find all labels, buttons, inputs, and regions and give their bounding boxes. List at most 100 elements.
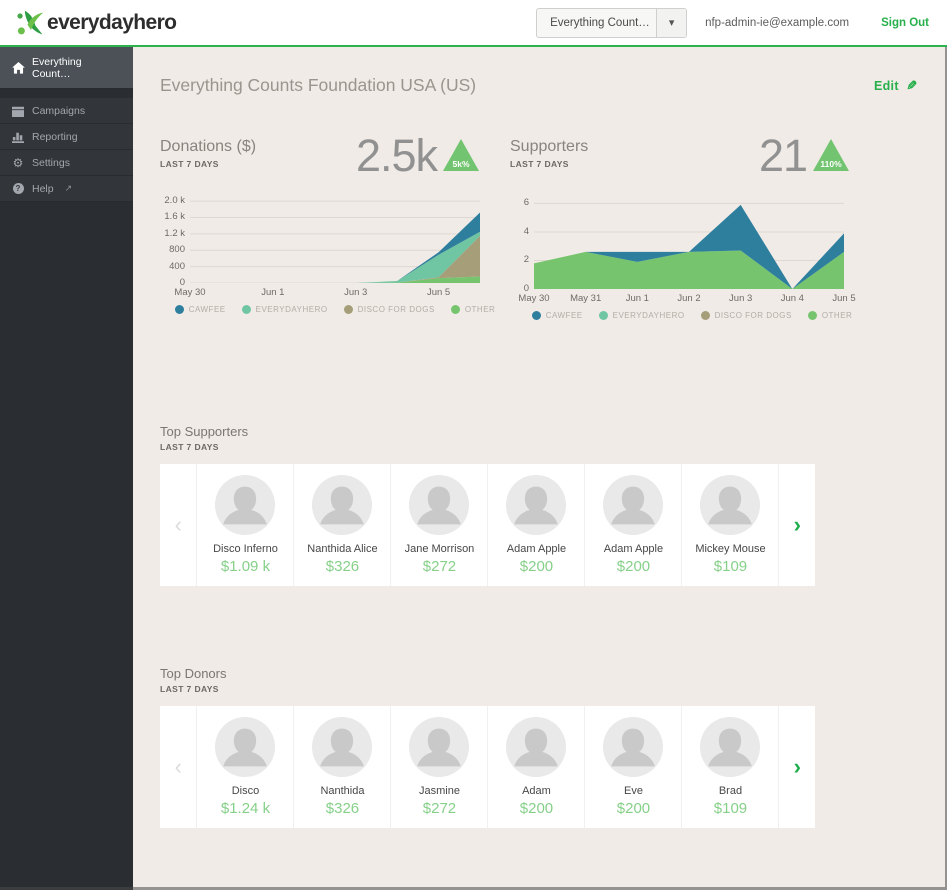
legend-dot: [450, 304, 460, 314]
sign-out-link[interactable]: Sign Out: [881, 17, 929, 29]
legend-dot: [700, 310, 710, 320]
legend-item-disco-for-dogs[interactable]: DISCO FOR DOGS: [343, 304, 435, 314]
donations-kpi: 2.5k 5k%: [356, 133, 480, 178]
sidebar-item-help[interactable]: ? Help ↗: [0, 176, 133, 202]
y-tick-label: 1.6 k: [164, 211, 185, 223]
supporter-card[interactable]: Adam Apple $200: [584, 463, 681, 586]
person-amount: $272: [422, 557, 457, 575]
supporter-card[interactable]: Adam Apple $200: [487, 463, 584, 586]
x-tick-label: Jun 2: [677, 292, 701, 304]
donations-kpi-change-badge: 5k%: [442, 138, 480, 172]
avatar: [602, 716, 664, 778]
person-name: Disco: [231, 784, 260, 797]
sidebar-item-reporting[interactable]: Reporting: [0, 124, 133, 150]
supporter-card[interactable]: Nanthida Alice $326: [293, 463, 390, 586]
logo-text: everydayhero: [47, 10, 177, 34]
supporters-kpi-change-value: 110%: [820, 159, 842, 169]
carousel-prev-button[interactable]: ‹: [160, 464, 196, 586]
avatar: [602, 474, 664, 536]
supporter-card[interactable]: Jane Morrison $272: [390, 463, 487, 586]
donor-card[interactable]: Brad $109: [681, 705, 778, 828]
person-amount: $272: [422, 799, 457, 817]
legend-label: OTHER: [464, 304, 496, 314]
legend-dot: [598, 310, 608, 320]
legend-dot: [343, 304, 353, 314]
sidebar-item-campaigns[interactable]: Campaigns: [0, 98, 133, 124]
legend-item-cawfee[interactable]: CAWFEE: [174, 304, 226, 314]
charts-row: Donations ($) LAST 7 DAYS 2.5k 5k% 0 400…: [160, 130, 917, 320]
top-donors-title: Top Donors: [160, 665, 227, 681]
sidebar-item-settings[interactable]: ⚙ Settings: [0, 150, 133, 176]
x-tick-label: Jun 4: [780, 292, 804, 304]
page-title: Everything Counts Foundation USA (US): [160, 75, 477, 95]
carousel-prev-button[interactable]: ‹: [160, 706, 196, 828]
pencil-icon: ✎: [905, 77, 917, 93]
supporters-chart-subtitle: LAST 7 DAYS: [510, 159, 569, 169]
main-content: Everything Counts Foundation USA (US) Ed…: [133, 47, 947, 890]
y-tick-label: 2.0 k: [164, 195, 185, 206]
donor-card[interactable]: Nanthida $326: [293, 705, 390, 828]
supporters-x-axis: May 30 May 31 Jun 1 Jun 2 Jun 3 Jun 4 Jun 5: [518, 289, 855, 304]
gear-icon: ⚙: [12, 155, 24, 170]
x-tick-label: May 30: [518, 292, 550, 304]
donor-card[interactable]: Eve $200: [584, 705, 681, 828]
carousel-next-button[interactable]: ›: [778, 463, 815, 586]
top-supporters-subtitle: LAST 7 DAYS: [160, 441, 219, 452]
legend-item-everydayhero[interactable]: EVERYDAYHERO: [598, 310, 685, 320]
legend-dot: [531, 310, 541, 320]
person-amount: $200: [616, 557, 651, 575]
top-supporters-section: Top Supporters LAST 7 DAYS ‹ Disco Infer…: [160, 424, 917, 586]
donor-card[interactable]: Disco $1.24 k: [196, 705, 293, 828]
supporters-kpi-change-badge: 110%: [812, 138, 850, 172]
external-link-icon: ↗: [64, 183, 73, 193]
person-amount: $326: [325, 799, 360, 817]
organisation-dropdown[interactable]: Everything Count… ▾: [536, 7, 688, 38]
supporters-kpi: 21 110%: [758, 130, 850, 181]
legend-item-other[interactable]: OTHER: [807, 310, 853, 320]
carousel-next-button[interactable]: ›: [778, 705, 815, 828]
donations-kpi-change-value: 5k%: [452, 159, 469, 169]
person-name: Adam: [522, 784, 551, 797]
help-icon: ?: [11, 183, 25, 194]
person-name: Brad: [718, 784, 743, 797]
y-tick-label: 400: [169, 260, 185, 272]
donor-card[interactable]: Adam $200: [487, 705, 584, 828]
avatar: [214, 716, 276, 778]
sidebar-item-label: Campaigns: [32, 104, 86, 117]
y-tick-label: 4: [523, 225, 529, 237]
legend-item-everydayhero[interactable]: EVERYDAYHERO: [241, 304, 328, 314]
everydayhero-logo[interactable]: everydayhero: [16, 9, 177, 37]
x-tick-label: May 30: [174, 286, 206, 298]
person-name: Nanthida: [320, 784, 365, 797]
person-name: Adam Apple: [506, 542, 567, 555]
top-donors-section: Top Donors LAST 7 DAYS ‹ Disco $1.24 k N…: [160, 666, 917, 828]
x-tick-label: May 31: [570, 292, 602, 304]
x-tick-label: Jun 1: [261, 286, 285, 298]
edit-button[interactable]: Edit ✎: [874, 78, 917, 94]
chevron-down-icon[interactable]: ▾: [656, 8, 687, 37]
calendar-icon: [11, 105, 25, 117]
sidebar: Everything Count… Campaigns Reporting ⚙ …: [0, 47, 133, 890]
legend-label: DISCO FOR DOGS: [714, 310, 792, 320]
everydayhero-logo-mark-icon: [16, 9, 46, 37]
legend-dot: [174, 304, 184, 314]
person-name: Jane Morrison: [404, 542, 475, 555]
donor-card[interactable]: Jasmine $272: [390, 705, 487, 828]
legend-item-other[interactable]: OTHER: [450, 304, 496, 314]
sidebar-item-everything-counts[interactable]: Everything Count…: [0, 47, 133, 89]
top-bar-right: Everything Count… ▾ nfp-admin-ie@example…: [536, 7, 933, 38]
legend-item-disco-for-dogs[interactable]: DISCO FOR DOGS: [700, 310, 792, 320]
x-tick-label: Jun 3: [729, 292, 753, 304]
supporter-card[interactable]: Mickey Mouse $109: [681, 463, 778, 586]
supporter-card[interactable]: Disco Inferno $1.09 k: [196, 463, 293, 586]
x-tick-label: Jun 3: [344, 286, 368, 298]
legend-dot: [241, 304, 251, 314]
supporters-kpi-value: 21: [758, 130, 808, 181]
person-name: Adam Apple: [603, 542, 664, 555]
user-email: nfp-admin-ie@example.com: [705, 16, 850, 29]
top-bar: everydayhero Everything Count… ▾ nfp-adm…: [0, 0, 947, 47]
area-series-other: [534, 250, 844, 289]
legend-item-cawfee[interactable]: CAWFEE: [531, 310, 583, 320]
donations-plot-area: [190, 197, 480, 283]
legend-dot: [807, 310, 817, 320]
